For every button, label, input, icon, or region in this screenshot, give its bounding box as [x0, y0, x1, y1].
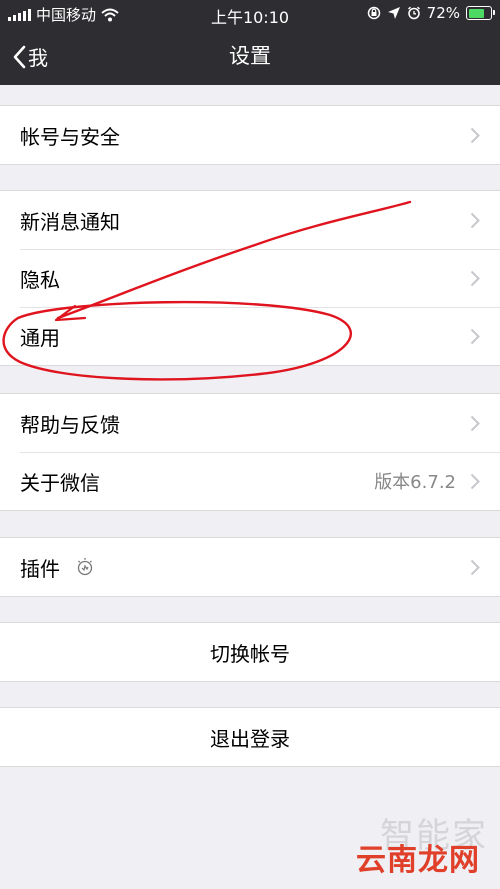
lightbulb-icon [74, 556, 96, 578]
settings-item-account-security[interactable]: 帐号与安全 [0, 106, 500, 164]
cell-label: 通用 [20, 325, 60, 350]
watermark-main-text: 云南龙网 [356, 843, 480, 878]
chevron-right-icon [470, 473, 480, 490]
status-bar: 中国移动 上午10:10 72% [0, 0, 500, 28]
cell-label: 新消息通知 [20, 209, 120, 234]
chevron-right-icon [470, 559, 480, 576]
version-label: 版本6.7.2 [374, 472, 456, 493]
settings-item-privacy[interactable]: 隐私 [0, 249, 500, 307]
cell-label: 隐私 [20, 267, 60, 292]
settings-item-notifications[interactable]: 新消息通知 [0, 191, 500, 249]
cell-label: 关于微信 [20, 470, 100, 495]
settings-group-plugins: 插件 [0, 537, 500, 597]
battery-percent: 72% [426, 4, 460, 22]
chevron-right-icon [470, 212, 480, 229]
location-icon [387, 7, 400, 19]
watermark: 智能家 云南龙网 [342, 808, 492, 883]
cell-label: 插件 [20, 556, 60, 581]
logout-button[interactable]: 退出登录 [0, 708, 500, 766]
cell-label: 帐号与安全 [20, 124, 120, 149]
cell-label: 帮助与反馈 [20, 412, 120, 437]
page-title: 设置 [229, 44, 271, 68]
nav-bar: 我 设置 [0, 28, 500, 85]
settings-group-logout: 退出登录 [0, 707, 500, 767]
settings-group-account: 帐号与安全 [0, 105, 500, 165]
cell-label: 退出登录 [210, 726, 290, 751]
settings-item-about[interactable]: 关于微信 版本6.7.2 [0, 452, 500, 510]
battery-icon [466, 6, 495, 20]
settings-item-plugins[interactable]: 插件 [0, 538, 500, 596]
cell-label: 切换帐号 [210, 641, 290, 666]
chevron-right-icon [470, 328, 480, 345]
settings-group-switch: 切换帐号 [0, 622, 500, 682]
alarm-icon [407, 6, 420, 20]
chevron-right-icon [470, 270, 480, 287]
settings-group-general: 新消息通知 隐私 通用 [0, 190, 500, 366]
switch-account-button[interactable]: 切换帐号 [0, 623, 500, 681]
settings-group-help: 帮助与反馈 关于微信 版本6.7.2 [0, 393, 500, 511]
settings-item-general[interactable]: 通用 [0, 307, 500, 365]
rotation-lock-icon [367, 6, 380, 20]
chevron-right-icon [470, 127, 480, 144]
chevron-right-icon [470, 415, 480, 432]
status-right: 72% [367, 4, 495, 22]
settings-item-help-feedback[interactable]: 帮助与反馈 [0, 394, 500, 452]
